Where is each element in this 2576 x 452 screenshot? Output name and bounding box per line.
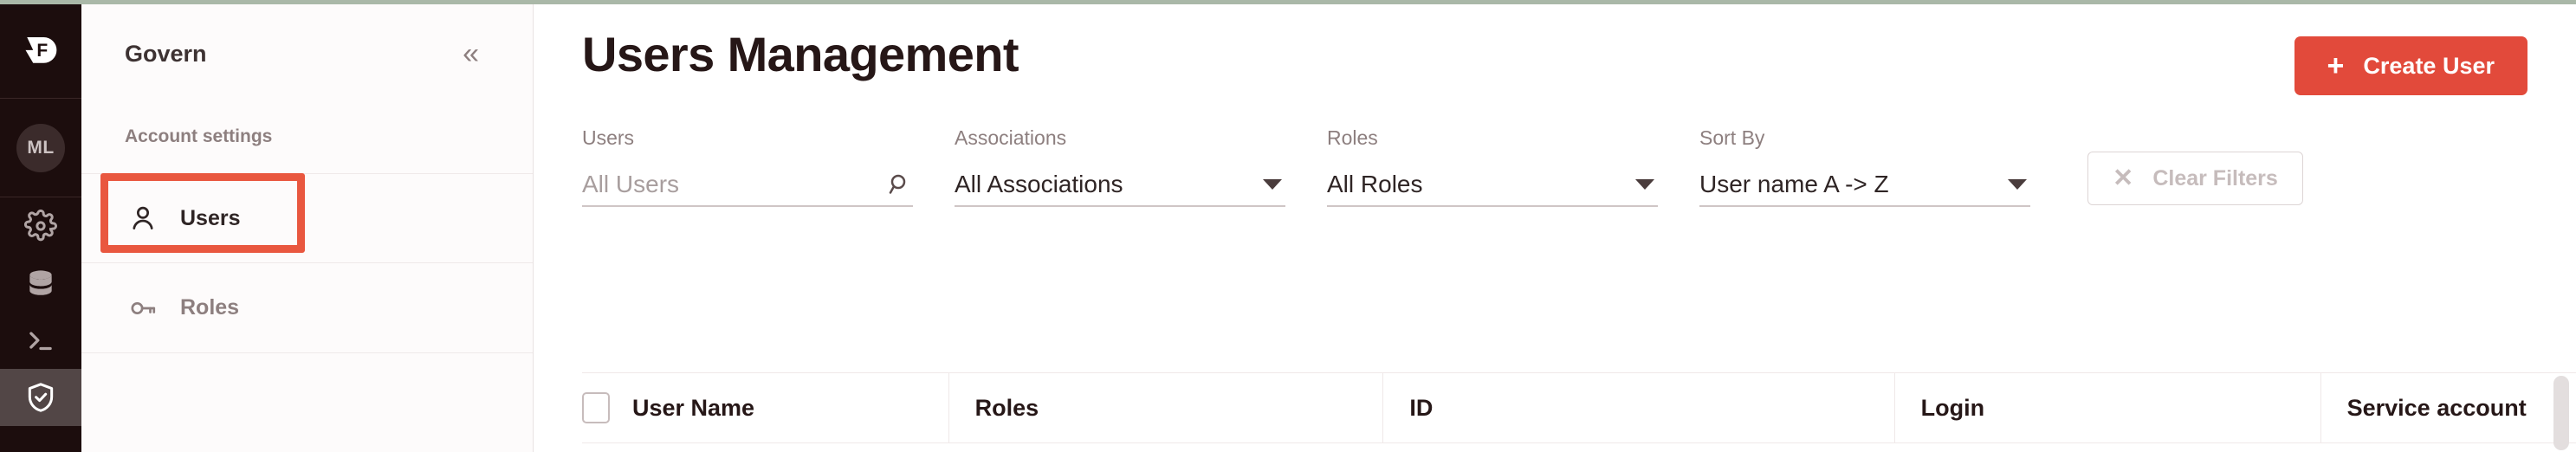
secondary-sidebar: Govern « Account settings Users Roles xyxy=(81,0,534,452)
filter-associations: Associations All Associations xyxy=(955,126,1327,207)
page-title: Users Management xyxy=(582,27,1019,81)
table-header-service-account[interactable]: Service account xyxy=(2320,373,2576,442)
sidebar-title: Govern xyxy=(125,40,207,67)
filter-users-label: Users xyxy=(582,126,635,149)
gear-icon xyxy=(24,210,57,242)
roles-select-value: All Roles xyxy=(1327,171,1423,197)
rail-item-account-avatar[interactable]: ML xyxy=(0,99,81,197)
table-header-login-label: Login xyxy=(1920,394,1985,421)
sidebar-header: Govern « xyxy=(81,0,533,107)
filter-sort-by: Sort By User name A -> Z xyxy=(1699,126,2072,207)
roles-select[interactable]: All Roles xyxy=(1327,164,1658,207)
primary-icon-rail: F ML xyxy=(0,0,81,452)
chevron-down-icon[interactable] xyxy=(1263,179,1282,190)
table-header-login[interactable]: Login xyxy=(1893,373,2320,442)
sidebar-section-label: Account settings xyxy=(125,126,273,146)
table-header-roles-label: Roles xyxy=(974,394,1039,421)
shield-check-icon xyxy=(28,383,54,412)
main-content: Users Management + Create User Users All… xyxy=(534,0,2576,452)
filter-sort-by-label: Sort By xyxy=(1699,126,1765,149)
clear-filters-label: Clear Filters xyxy=(2152,165,2278,190)
dremio-logo-icon: F xyxy=(25,36,57,63)
rail-item-sql-runner[interactable] xyxy=(0,312,81,369)
filter-users: Users All Users xyxy=(582,126,955,207)
rail-item-settings[interactable] xyxy=(0,197,81,255)
page-header: Users Management + Create User xyxy=(534,0,2576,95)
create-user-button-label: Create User xyxy=(2363,52,2495,79)
filter-associations-label: Associations xyxy=(955,126,1067,149)
sidebar-nav-list: Users Roles xyxy=(81,173,533,353)
table-header-roles[interactable]: Roles xyxy=(948,373,1383,442)
sidebar-item-roles[interactable]: Roles xyxy=(81,263,533,353)
rail-item-govern[interactable] xyxy=(0,369,81,426)
create-user-button[interactable]: + Create User xyxy=(2294,36,2527,95)
select-all-checkbox[interactable] xyxy=(582,392,610,423)
users-table: User Name Roles ID Login Service account xyxy=(582,372,2576,452)
key-icon xyxy=(131,301,156,314)
avatar: ML xyxy=(16,123,65,172)
chevron-down-icon[interactable] xyxy=(1635,179,1654,190)
rail-item-app-logo[interactable]: F xyxy=(0,0,81,99)
close-icon: ✕ xyxy=(2113,164,2134,192)
filter-bar: Users All Users Associations All Associa… xyxy=(534,95,2576,207)
vertical-scrollbar-thumb[interactable] xyxy=(2553,376,2569,450)
associations-select-value: All Associations xyxy=(955,171,1123,197)
database-icon xyxy=(29,270,52,295)
table-header-row: User Name Roles ID Login Service account xyxy=(582,372,2576,443)
sort-by-select-value: User name A -> Z xyxy=(1699,171,1889,197)
clear-filters-button[interactable]: ✕ Clear Filters xyxy=(2087,152,2303,205)
chevron-down-icon[interactable] xyxy=(2008,179,2027,190)
users-search-value: All Users xyxy=(582,171,680,197)
users-search-input[interactable]: All Users xyxy=(582,164,913,207)
associations-select[interactable]: All Associations xyxy=(955,164,1285,207)
rail-item-datasets[interactable] xyxy=(0,255,81,312)
plus-icon: + xyxy=(2327,49,2345,82)
window-top-strip xyxy=(0,0,2576,4)
table-header-id-label: ID xyxy=(1409,394,1434,421)
collapse-sidebar-icon[interactable]: « xyxy=(457,37,484,70)
sidebar-item-roles-label: Roles xyxy=(180,295,240,320)
sidebar-item-users-label: Users xyxy=(180,205,241,230)
filter-roles: Roles All Roles xyxy=(1327,126,1699,207)
table-header-service-account-label: Service account xyxy=(2346,394,2527,421)
person-icon xyxy=(133,206,153,229)
sidebar-item-users[interactable]: Users xyxy=(81,173,533,263)
table-header-user-name[interactable]: User Name xyxy=(582,373,948,442)
table-header-id[interactable]: ID xyxy=(1382,373,1893,442)
filter-roles-label: Roles xyxy=(1327,126,1378,149)
sort-by-select[interactable]: User name A -> Z xyxy=(1699,164,2030,207)
app-window: F ML Govern « Account settings Users Rol… xyxy=(0,0,2576,452)
table-header-user-name-label: User Name xyxy=(632,394,755,421)
terminal-icon xyxy=(29,332,52,351)
search-icon[interactable] xyxy=(887,171,913,197)
svg-text:F: F xyxy=(36,40,48,60)
